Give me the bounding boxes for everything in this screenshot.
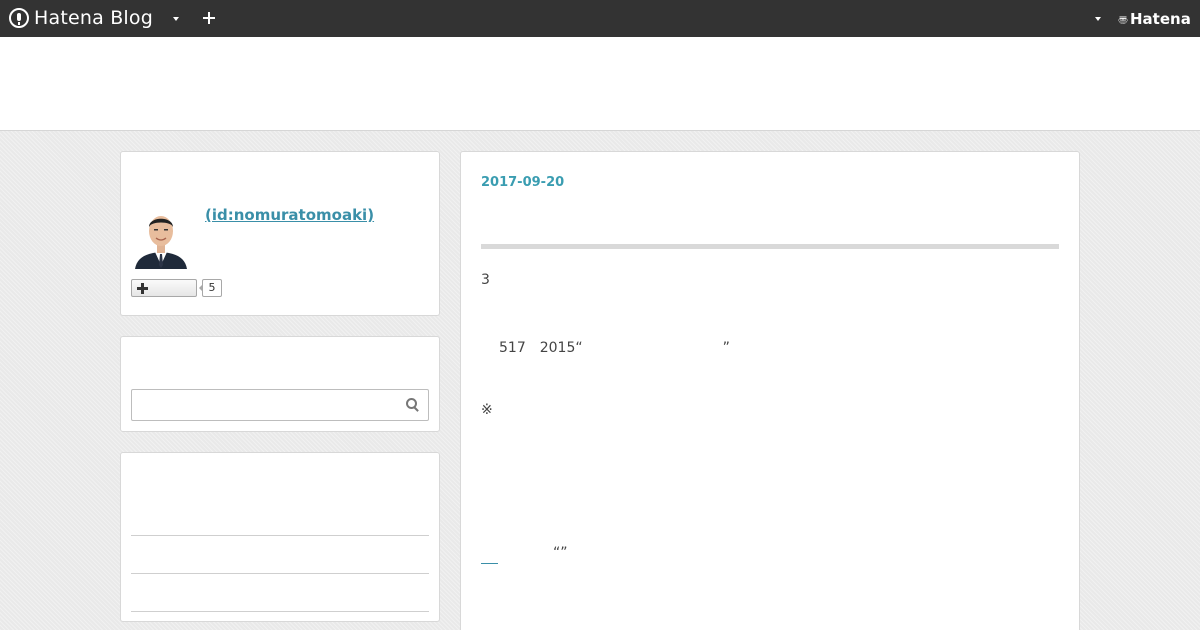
sidebar-list-module [120, 452, 440, 622]
list-item[interactable] [131, 535, 429, 536]
add-post-icon[interactable] [203, 12, 215, 24]
profile-module: (id:nomuratomoaki) 5 [120, 151, 440, 316]
title-divider [481, 244, 1059, 249]
hatena-blog-logo[interactable]: Hatena Blog [9, 6, 153, 30]
hatena-logo-icon [9, 8, 29, 28]
entry-date[interactable]: 2017-09-20 [481, 175, 564, 190]
profile-id-link[interactable]: (id:nomuratomoaki) [205, 206, 374, 224]
entry-paragraph-2: 517 2015“ ” [499, 340, 730, 356]
account-menu-chevron-icon[interactable] [1095, 17, 1101, 21]
search-module [120, 336, 440, 432]
list-item[interactable] [131, 611, 429, 612]
plus-icon [137, 283, 148, 294]
hatena-label: Hatena [1130, 10, 1191, 28]
follow-button[interactable] [131, 279, 197, 297]
global-header: Hatena Blog 〠 Hatena [0, 0, 1200, 37]
entry-paragraph-1: 3 [481, 272, 490, 288]
search-icon[interactable] [406, 398, 420, 412]
entry-paragraph-3: ※ [481, 402, 493, 418]
blog-header [0, 37, 1200, 131]
hatena-mark-icon: 〠 [1118, 15, 1128, 27]
brand-text: Hatena Blog [34, 7, 153, 29]
list-item[interactable] [131, 573, 429, 574]
search-input[interactable] [131, 389, 429, 421]
chevron-down-icon[interactable] [173, 17, 179, 21]
profile-photo [131, 207, 191, 269]
avatar[interactable] [131, 207, 191, 269]
hatena-link[interactable]: 〠 Hatena [1118, 10, 1191, 28]
entry-paragraph-4: “” [553, 545, 568, 561]
article-entry: 2017-09-20 3 517 2015“ ” ※ “” [460, 151, 1080, 630]
follower-count[interactable]: 5 [199, 279, 222, 297]
entry-link[interactable] [481, 549, 498, 564]
